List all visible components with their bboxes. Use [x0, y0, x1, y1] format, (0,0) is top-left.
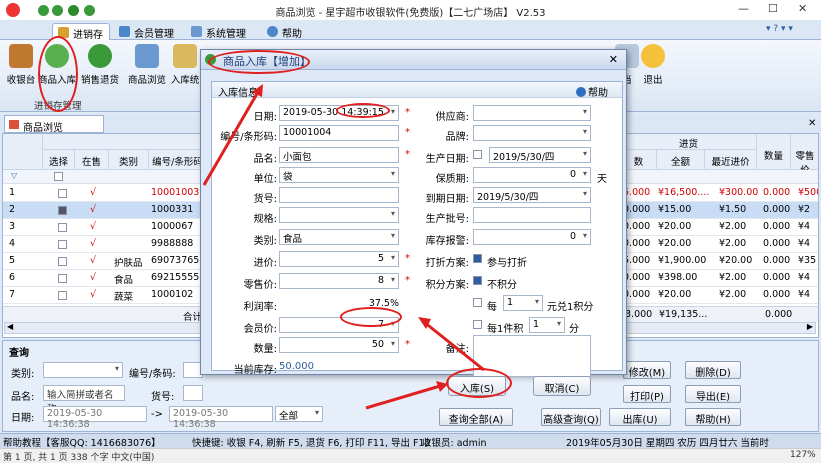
arrow-up: [202, 91, 260, 186]
arrow-down: [423, 320, 485, 372]
arrow-right: [365, 384, 441, 410]
annotation-arrows: [202, 84, 485, 410]
